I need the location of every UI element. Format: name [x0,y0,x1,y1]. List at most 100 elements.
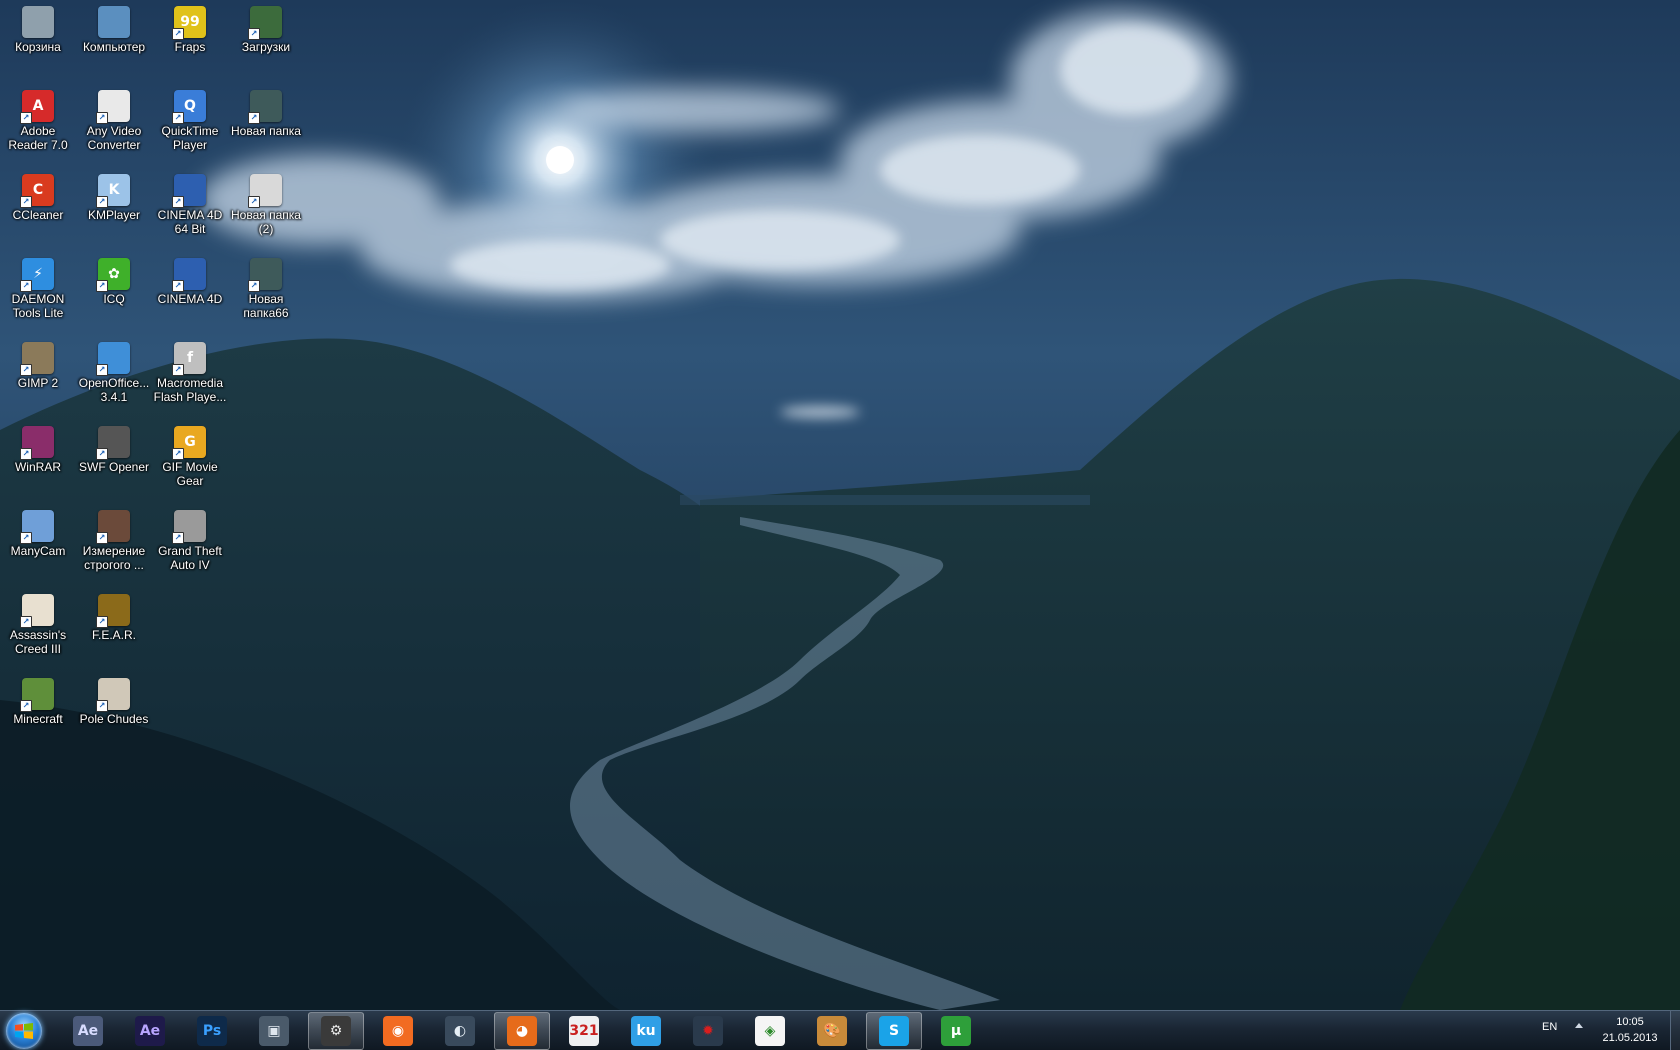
system-clock[interactable]: 10:05 21.05.2013 [1595,1014,1665,1046]
desktop-icon-label: ICQ [103,292,125,306]
desktop-icon[interactable]: Q ↗ QuickTime Player [152,84,228,152]
desktop-icon-label: GIMP 2 [17,376,59,390]
desktop-icon[interactable]: ↗ Pole Chudes [76,672,152,726]
language-indicator[interactable]: EN [1542,1021,1557,1033]
desktop-icon[interactable]: ↗ WinRAR [0,420,76,474]
desktop-icon[interactable]: ↗ OpenOffice... 3.4.1 [76,336,152,404]
desktop-icon-label: Grand Theft Auto IV [158,544,222,572]
taskbar: Ae Ae Ps ▣ ⚙ ◉ ◐ ◕ 321 ku ✹ ◈ 🎨 Sµ [0,1010,1680,1050]
desktop-icon[interactable]: ↗ Новая папка (2) [228,168,304,236]
minecraft-icon: ↗ [20,678,54,712]
steam-icon: ◐ [445,1016,475,1046]
desktop-icon[interactable]: ↗ Новая папка [228,84,304,138]
desktop-icon[interactable]: 99 ↗ Fraps [152,0,228,54]
flash-player-icon: f ↗ [172,342,206,376]
settings-gear-icon: ⚙ [321,1016,351,1046]
taskbar-button[interactable]: Ae [122,1012,178,1050]
desktop-icon[interactable]: A ↗ Adobe Reader 7.0 [0,84,76,152]
desktop-icon[interactable]: ↗ CINEMA 4D 64 Bit [152,168,228,236]
taskbar-button[interactable]: ◕ [494,1012,550,1050]
shortcut-arrow-icon: ↗ [96,532,108,544]
desktop-icon-label: ManyCam [10,544,66,558]
desktop-icon[interactable]: Компьютер [76,0,152,54]
folder-icon: ↗ [248,174,282,208]
desktop-icon[interactable]: ↗ Grand Theft Auto IV [152,504,228,572]
icq-flower-icon: ✿ ↗ [96,258,130,292]
desktop-icon-label: Pole Chudes [79,712,149,726]
shortcut-arrow-icon: ↗ [96,700,108,712]
desktop-icon[interactable]: ↗ Новая папка66 [228,252,304,320]
desktop-icon-label: DAEMON Tools Lite [11,292,65,320]
game-icon: ↗ [96,510,130,544]
shortcut-arrow-icon: ↗ [20,616,32,628]
desktop-icon-label: Новая папка [231,124,301,138]
show-hidden-icons-arrow-icon[interactable] [1575,1023,1583,1028]
desktop-icon[interactable]: ↗ Измерение строгого ... [76,504,152,572]
desktop-icon[interactable]: ↗ Assassin's Creed III [0,588,76,656]
desktop-icon-label: Assassin's Creed III [9,628,67,656]
cinema4d-icon: ↗ [172,174,206,208]
desktop-icon[interactable]: Корзина [0,0,76,54]
shortcut-arrow-icon: ↗ [96,196,108,208]
desktop-icon[interactable]: ↗ ManyCam [0,504,76,558]
desktop-icon[interactable]: ↗ GIMP 2 [0,336,76,390]
folder-icon: ↗ [248,90,282,124]
desktop-icon[interactable]: ↗ Any Video Converter [76,84,152,152]
shortcut-arrow-icon: ↗ [248,28,260,40]
desktop-icon[interactable]: ↗ Загрузки [228,0,304,54]
desktop-icon[interactable]: ↗ SWF Opener [76,420,152,474]
desktop-icon-label: Adobe Reader 7.0 [8,124,68,152]
taskbar-button[interactable]: ◉ [370,1012,426,1050]
fear-eye-icon: ↗ [96,594,130,628]
taskbar-button[interactable]: Ps [184,1012,240,1050]
picasa-icon: ◈ [755,1016,785,1046]
pole-chudes-icon: ↗ [96,678,130,712]
winrar-icon: ↗ [20,426,54,460]
desktop-icon-label: Корзина [15,40,61,54]
gif-movie-gear-icon: G ↗ [172,426,206,460]
icon-glyph: ⚡ [33,266,43,282]
desktop-icon[interactable]: ⚡ ↗ DAEMON Tools Lite [0,252,76,320]
start-button[interactable] [6,1013,42,1049]
desktop-icon-label: QuickTime Player [161,124,219,152]
shortcut-arrow-icon: ↗ [20,700,32,712]
desktop-icon[interactable]: G ↗ GIF Movie Gear [152,420,228,488]
desktop-icon-label: OpenOffice... 3.4.1 [78,376,150,404]
icon-glyph: G [184,434,196,450]
desktop-icon[interactable]: C ↗ CCleaner [0,168,76,222]
skype-icon: S [879,1016,909,1046]
desktop-icon-label: GIF Movie Gear [162,460,218,488]
taskbar-button[interactable]: Ae [60,1012,116,1050]
taskbar-button[interactable]: 🎨 [804,1012,860,1050]
after-effects-icon: Ae [135,1016,165,1046]
openoffice-icon: ↗ [96,342,130,376]
taskbar-button[interactable]: ku [618,1012,674,1050]
taskbar-button[interactable]: ◈ [742,1012,798,1050]
desktop-icon[interactable]: ✿ ↗ ICQ [76,252,152,306]
taskbar-button[interactable]: ⚙ [308,1012,364,1050]
icon-glyph: f [186,350,194,366]
shortcut-arrow-icon: ↗ [20,364,32,376]
shortcut-arrow-icon: ↗ [248,196,260,208]
desktop-icon[interactable]: ↗ Minecraft [0,672,76,726]
icon-glyph: K [108,182,120,198]
show-desktop-button[interactable] [1670,1011,1680,1050]
desktop-icon[interactable]: K ↗ KMPlayer [76,168,152,222]
taskbar-button[interactable]: 321 [556,1012,612,1050]
windows-logo-icon [15,1023,33,1039]
adobe-reader-icon: A ↗ [20,90,54,124]
taskbar-button[interactable]: ▣ [246,1012,302,1050]
taskbar-button[interactable]: µ [928,1012,984,1050]
desktop-icon-label: Измерение строгого ... [82,544,146,572]
taskbar-button[interactable]: S [866,1012,922,1050]
shortcut-arrow-icon: ↗ [96,364,108,376]
computer-icon [98,6,130,38]
shortcut-arrow-icon: ↗ [172,112,184,124]
desktop-icon[interactable]: ↗ F.E.A.R. [76,588,152,642]
desktop-icon[interactable]: f ↗ Macromedia Flash Playe... [152,336,228,404]
taskbar-button[interactable]: ◐ [432,1012,488,1050]
shortcut-arrow-icon: ↗ [20,532,32,544]
desktop-icon[interactable]: ↗ CINEMA 4D [152,252,228,306]
taskbar-button[interactable]: ✹ [680,1012,736,1050]
origin-icon: ◉ [383,1016,413,1046]
